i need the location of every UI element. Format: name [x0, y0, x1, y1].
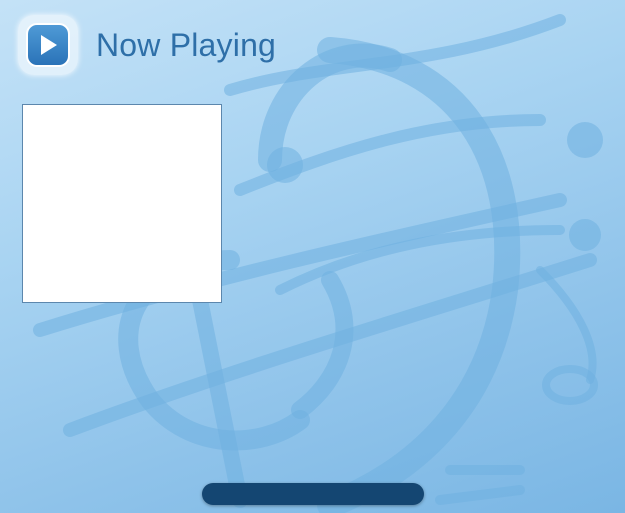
play-icon	[41, 35, 57, 55]
header: Now Playing	[18, 12, 276, 78]
album-art	[22, 104, 222, 303]
play-button-face	[26, 23, 70, 67]
play-button[interactable]	[18, 15, 78, 75]
page-title: Now Playing	[96, 26, 277, 63]
playback-progress-bar[interactable]	[202, 483, 424, 505]
